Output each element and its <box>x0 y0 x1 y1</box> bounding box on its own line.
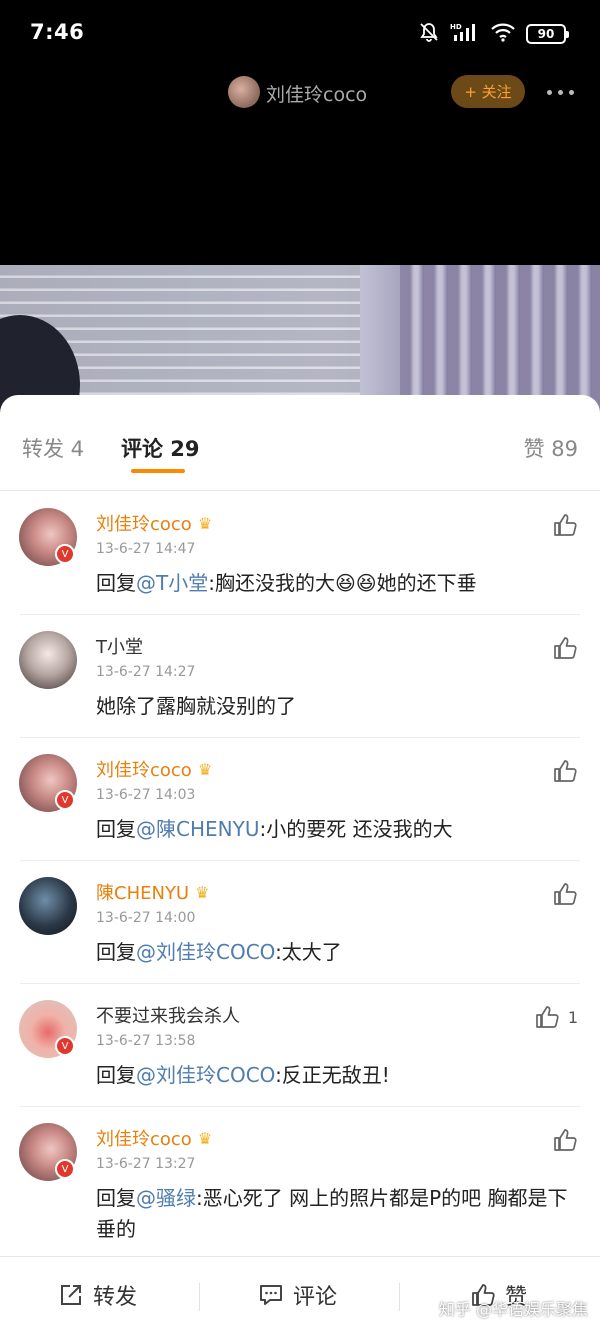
like-button[interactable] <box>552 1127 578 1153</box>
verified-badge-icon: V <box>55 544 75 564</box>
comment-item: V 不要过来我会杀人 13-6-27 13:58 回复@刘佳玲COCO:反正无敌… <box>0 984 600 1106</box>
crown-icon: ♛ <box>197 759 213 779</box>
hd-signal-icon: HD <box>450 21 480 47</box>
comment-text: 回复@骚绿:恶心死了 网上的照片都是P的吧 胸都是下垂的 <box>96 1186 568 1241</box>
thumbs-up-icon <box>554 1129 577 1151</box>
bell-off-icon <box>418 21 440 47</box>
thumbs-up-icon <box>554 760 577 782</box>
crown-icon: ♛ <box>197 1128 213 1148</box>
comment-time: 13-6-27 14:03 <box>96 787 196 803</box>
like-count: 1 <box>567 1007 578 1027</box>
comment-icon <box>260 1285 282 1305</box>
like-button[interactable]: 1 <box>534 1004 578 1030</box>
comment-item: V 刘佳玲coco ♛ 13-6-27 13:27 回复@骚绿:恶心死了 网上的照… <box>0 1107 600 1257</box>
tab-active-indicator <box>131 469 185 473</box>
commenter-name[interactable]: 刘佳玲coco ♛ <box>96 756 212 782</box>
comment-sheet: 转发 4 评论 29 赞 89 V 刘佳玲coco ♛ 13-6-27 14:47… <box>0 395 600 1333</box>
mention-link[interactable]: @陳CHENYU <box>136 817 259 841</box>
comment-text: 回复@刘佳玲COCO:反正无敌丑! <box>96 1063 390 1087</box>
wifi-icon <box>490 21 516 47</box>
status-time: 7:46 <box>30 20 85 44</box>
svg-text:HD: HD <box>450 23 462 31</box>
mention-link[interactable]: @骚绿 <box>136 1186 196 1210</box>
status-bar: 7:46 HD 90 <box>0 0 600 66</box>
watermark: 知乎 @华语娱乐聚焦 <box>438 1300 588 1319</box>
like-button[interactable] <box>552 758 578 784</box>
mention-link[interactable]: @刘佳玲COCO <box>136 940 275 964</box>
status-icons: HD 90 <box>418 21 569 47</box>
commenter-name[interactable]: 不要过来我会杀人 <box>96 1002 240 1028</box>
commenter-name[interactable]: 陳CHENYU ♛ <box>96 879 209 905</box>
repost-label: 转发 <box>93 1285 138 1310</box>
comment-text: 回复@刘佳玲COCO:太大了 <box>96 940 342 964</box>
verified-badge-icon: V <box>55 1159 75 1179</box>
mention-link[interactable]: @T小堂 <box>136 571 208 595</box>
bottom-action-bar: 转发 评论 赞 <box>0 1256 600 1333</box>
comment-time: 13-6-27 14:27 <box>96 664 196 680</box>
comment-text: 回复@T小堂:胸还没我的大😆😆她的还下垂 <box>96 571 477 595</box>
comment-item: T小堂 13-6-27 14:27 她除了露胸就没别的了 <box>0 615 600 737</box>
comment-time: 13-6-27 13:58 <box>96 1033 196 1049</box>
verified-badge-icon: V <box>55 790 75 810</box>
comment-text: 回复@陳CHENYU:小的要死 还没我的大 <box>96 817 453 841</box>
avatar[interactable] <box>19 877 77 935</box>
tab-bar: 转发 4 评论 29 赞 89 <box>0 395 600 491</box>
follow-button[interactable]: + 关注 <box>451 75 525 108</box>
author-name[interactable]: 刘佳玲coco <box>266 80 367 107</box>
verified-badge-icon: V <box>55 1036 75 1056</box>
crown-icon: ♛ <box>197 513 213 533</box>
comment-time: 13-6-27 14:47 <box>96 541 196 557</box>
comment-time: 13-6-27 14:00 <box>96 910 196 926</box>
comment-text: 她除了露胸就没别的了 <box>96 694 296 718</box>
comment-item: V 刘佳玲coco ♛ 13-6-27 14:47 回复@T小堂:胸还没我的大😆😆… <box>0 492 600 614</box>
more-icon[interactable] <box>540 78 580 106</box>
thumbs-up-icon <box>554 514 577 536</box>
comment-button[interactable]: 评论 <box>258 1279 337 1311</box>
commenter-name[interactable]: 刘佳玲coco ♛ <box>96 1125 212 1151</box>
battery-icon: 90 <box>526 24 569 44</box>
tab-repost[interactable]: 转发 4 <box>22 433 84 463</box>
comment-item: 陳CHENYU ♛ 13-6-27 14:00 回复@刘佳玲COCO:太大了 <box>0 861 600 983</box>
post-photo[interactable] <box>0 265 600 415</box>
share-icon <box>61 1285 81 1305</box>
top-bar: 刘佳玲coco + 关注 <box>0 66 600 118</box>
comment-item: V 刘佳玲coco ♛ 13-6-27 14:03 回复@陳CHENYU:小的要死… <box>0 738 600 860</box>
mention-link[interactable]: @刘佳玲COCO <box>136 1063 275 1087</box>
thumbs-up-icon <box>554 883 577 905</box>
commenter-name[interactable]: 刘佳玲coco ♛ <box>96 510 212 536</box>
thumbs-up-icon <box>554 637 577 659</box>
comment-label: 评论 <box>293 1285 338 1310</box>
like-button[interactable] <box>552 512 578 538</box>
tab-comments[interactable]: 评论 29 <box>121 433 200 463</box>
author-avatar[interactable] <box>228 76 260 108</box>
thumbs-up-icon <box>535 1006 559 1028</box>
like-button[interactable] <box>552 881 578 907</box>
comment-time: 13-6-27 13:27 <box>96 1156 196 1172</box>
tab-likes[interactable]: 赞 89 <box>524 433 578 463</box>
repost-button[interactable]: 转发 <box>58 1279 137 1311</box>
avatar[interactable] <box>19 631 77 689</box>
like-button[interactable] <box>552 635 578 661</box>
commenter-name[interactable]: T小堂 <box>96 633 143 659</box>
crown-icon: ♛ <box>195 882 210 902</box>
